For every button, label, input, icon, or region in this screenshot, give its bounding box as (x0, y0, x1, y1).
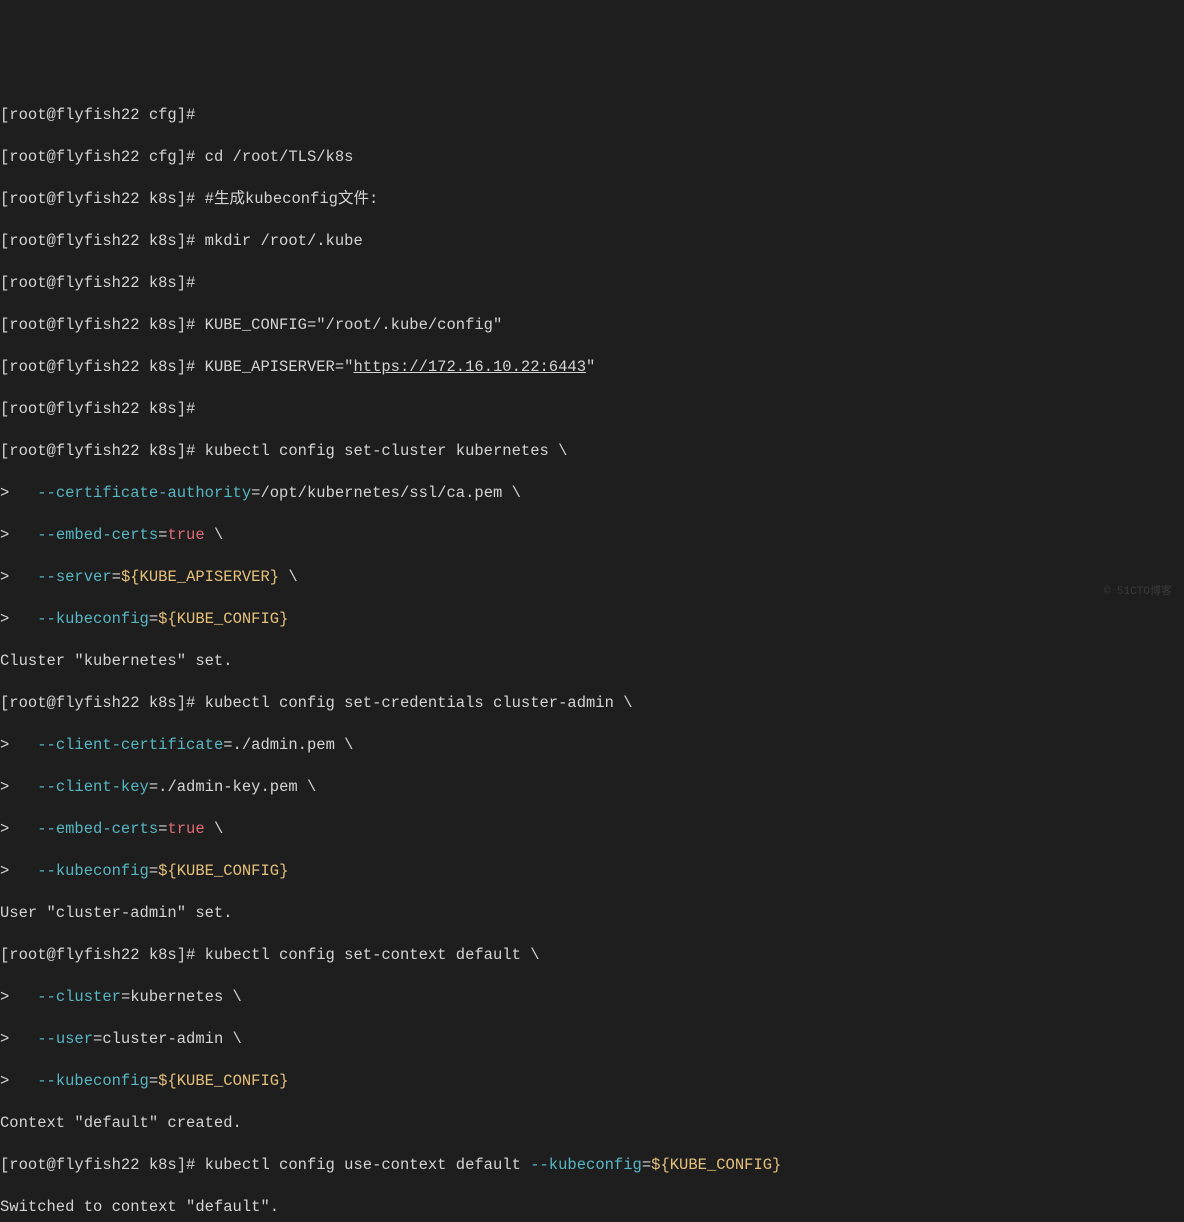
terminal-line: [root@flyfish22 k8s]# kubectl config set… (0, 945, 1184, 966)
terminal-line: > --certificate-authority=/opt/kubernete… (0, 483, 1184, 504)
terminal-line: > --server=${KUBE_APISERVER} \ (0, 567, 1184, 588)
terminal-line: [root@flyfish22 k8s]# (0, 273, 1184, 294)
terminal-line: [root@flyfish22 k8s]# kubectl config use… (0, 1155, 1184, 1176)
terminal-line: [root@flyfish22 k8s]# mkdir /root/.kube (0, 231, 1184, 252)
terminal-line: [root@flyfish22 k8s]# KUBE_CONFIG="/root… (0, 315, 1184, 336)
terminal-line: [root@flyfish22 k8s]# kubectl config set… (0, 441, 1184, 462)
terminal-line: Cluster "kubernetes" set. (0, 651, 1184, 672)
terminal-output[interactable]: [root@flyfish22 cfg]# [root@flyfish22 cf… (0, 84, 1184, 1222)
terminal-line: [root@flyfish22 cfg]# (0, 105, 1184, 126)
terminal-line: > --kubeconfig=${KUBE_CONFIG} (0, 1071, 1184, 1092)
terminal-line: [root@flyfish22 k8s]# KUBE_APISERVER="ht… (0, 357, 1184, 378)
terminal-line: > --client-certificate=./admin.pem \ (0, 735, 1184, 756)
terminal-line: > --kubeconfig=${KUBE_CONFIG} (0, 609, 1184, 630)
terminal-line: User "cluster-admin" set. (0, 903, 1184, 924)
terminal-line: > --client-key=./admin-key.pem \ (0, 777, 1184, 798)
terminal-line: > --cluster=kubernetes \ (0, 987, 1184, 1008)
terminal-line: > --kubeconfig=${KUBE_CONFIG} (0, 861, 1184, 882)
terminal-line: > --embed-certs=true \ (0, 819, 1184, 840)
watermark-text: © 51CTO博客 (1104, 582, 1172, 603)
terminal-line: [root@flyfish22 k8s]# #生成kubeconfig文件: (0, 189, 1184, 210)
terminal-line: [root@flyfish22 k8s]# (0, 399, 1184, 420)
terminal-line: [root@flyfish22 k8s]# kubectl config set… (0, 693, 1184, 714)
terminal-line: > --user=cluster-admin \ (0, 1029, 1184, 1050)
terminal-line: [root@flyfish22 cfg]# cd /root/TLS/k8s (0, 147, 1184, 168)
terminal-line: > --embed-certs=true \ (0, 525, 1184, 546)
terminal-line: Switched to context "default". (0, 1197, 1184, 1218)
terminal-line: Context "default" created. (0, 1113, 1184, 1134)
